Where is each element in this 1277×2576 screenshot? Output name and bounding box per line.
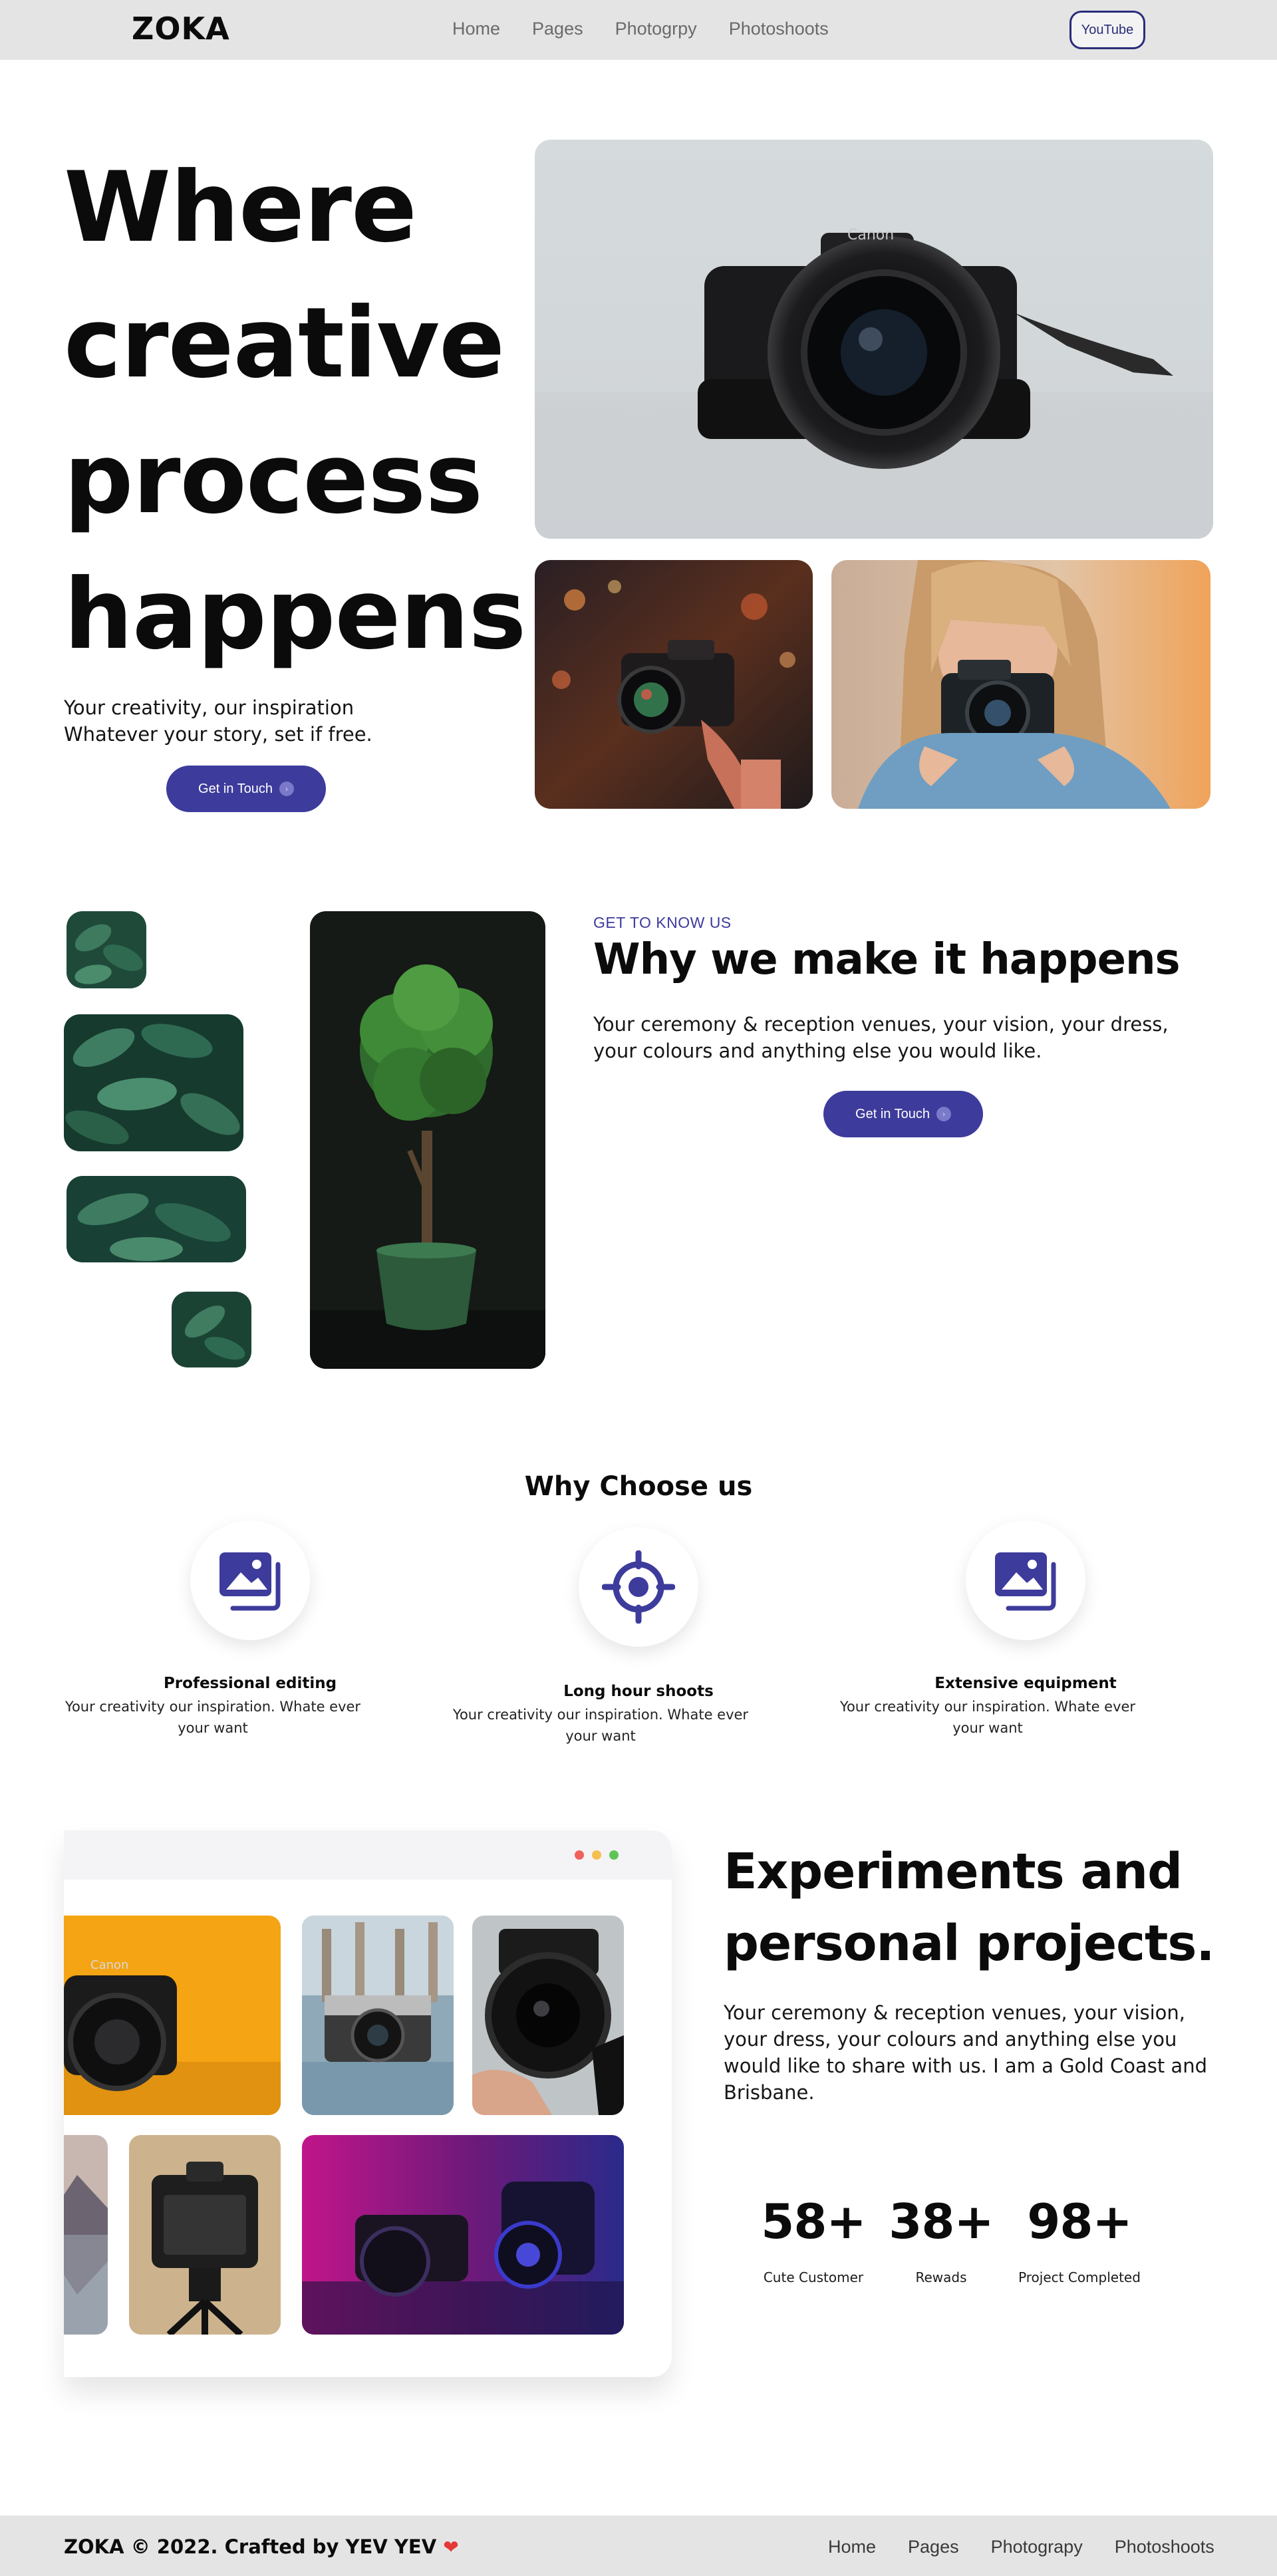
image-gallery-icon (219, 1552, 281, 1611)
heart-icon: ❤ (443, 2536, 459, 2558)
window-maximize-dot (609, 1850, 619, 1860)
window-close-dot (575, 1850, 584, 1860)
footer-link-pages[interactable]: Pages (908, 2537, 959, 2557)
footer-link-home[interactable]: Home (828, 2537, 876, 2557)
about-body: Your ceremony & reception venues, your v… (593, 1013, 1169, 1062)
footer-link-photography[interactable]: Photograpy (991, 2537, 1083, 2557)
experiments-title: Experiments and personal projects. (724, 1843, 1215, 1972)
about-title: Why we make it happens (593, 935, 1181, 984)
about-get-in-touch-button[interactable]: Get in Touch › (823, 1091, 983, 1137)
stat-label-rewards: Rewads (915, 2269, 967, 2285)
about-eyebrow: GET TO KNOW US (593, 914, 732, 931)
hero-cta-label: Get in Touch (198, 781, 273, 796)
window-titlebar (64, 1830, 672, 1880)
feature-title-equipment: Extensive equipment (934, 1675, 1117, 1692)
cameras-pink-blue-light-photo (302, 2135, 624, 2335)
feature-title-shoots: Long hour shoots (563, 1683, 714, 1700)
footer-link-photoshoots[interactable]: Photoshoots (1115, 2537, 1214, 2557)
arrow-right-icon: › (279, 782, 294, 796)
feature-desc-shoots: Your creativity our inspiration. Whate e… (452, 1707, 749, 1744)
stat-label-customers: Cute Customer (763, 2269, 864, 2285)
top-navbar: ZOKA Home Pages Photogrpy Photoshoots Yo… (0, 0, 1277, 60)
logo[interactable]: ZOKA (132, 11, 230, 47)
hand-holding-camera-photo (472, 1916, 624, 2115)
youtube-button[interactable]: YouTube (1069, 11, 1145, 49)
target-crosshair-icon (602, 1550, 675, 1624)
arrow-right-icon: › (936, 1107, 951, 1121)
camera-orange-background-photo: Canon (64, 1916, 281, 2115)
feature-desc-equipment: Your creativity our inspiration. Whate e… (839, 1699, 1136, 1736)
leaves-photo-large (64, 1014, 243, 1151)
feature-icon-circle-shoots (579, 1527, 698, 1647)
hero-title: Where creative process happens (64, 151, 526, 671)
image-gallery-icon (995, 1552, 1056, 1611)
dslr-on-tripod-photo (129, 2135, 281, 2335)
camera-bokeh-night-photo (535, 560, 813, 809)
leaves-photo-small-bottom (172, 1292, 251, 1367)
svg-text:Canon: Canon (90, 1958, 128, 1972)
footer-copyright-text: ZOKA © 2022. Crafted by YEV YEV (64, 2535, 437, 2558)
nav-link-home[interactable]: Home (452, 19, 500, 39)
nav-link-pages[interactable]: Pages (532, 19, 583, 39)
feature-icon-circle-equipment (966, 1520, 1085, 1640)
woman-with-camera-photo (831, 560, 1210, 809)
gallery-window-card: Canon (64, 1830, 672, 2377)
experiments-body: Your ceremony & reception venues, your v… (724, 2001, 1207, 2104)
nav-link-photoshoots[interactable]: Photoshoots (729, 19, 829, 39)
feature-icon-circle-editing (190, 1520, 310, 1640)
feature-desc-editing: Your creativity our inspiration. Whate e… (65, 1699, 361, 1736)
lake-reflection-photo (64, 2135, 108, 2335)
nav-links: Home Pages Photogrpy Photoshoots (452, 19, 829, 39)
potted-tree-photo (310, 911, 545, 1369)
feature-title-editing: Professional editing (163, 1675, 337, 1692)
svg-text:Canon: Canon (847, 227, 894, 243)
footer: ZOKA © 2022. Crafted by YEV YEV ❤ Home P… (0, 2515, 1277, 2576)
nav-link-photography[interactable]: Photogrpy (615, 19, 697, 39)
about-cta-label: Get in Touch (855, 1106, 930, 1121)
leaves-photo-wide (67, 1176, 246, 1262)
camera-on-table-photo: Canon (535, 140, 1213, 539)
hero-subtitle: Your creativity, our inspiration Whateve… (64, 696, 372, 746)
leaves-photo-small-top (67, 911, 146, 988)
stat-value-rewards: 38+ (889, 2194, 994, 2249)
stat-label-projects: Project Completed (1018, 2269, 1141, 2285)
film-camera-beach-photo (302, 1916, 454, 2115)
window-minimize-dot (592, 1850, 601, 1860)
stat-value-projects: 98+ (1027, 2194, 1133, 2249)
features-title: Why Choose us (524, 1471, 753, 1502)
hero-get-in-touch-button[interactable]: Get in Touch › (166, 766, 326, 812)
footer-links: Home Pages Photograpy Photoshoots (828, 2537, 1214, 2557)
footer-copyright: ZOKA © 2022. Crafted by YEV YEV ❤ (64, 2535, 459, 2558)
stat-value-customers: 58+ (761, 2194, 867, 2249)
